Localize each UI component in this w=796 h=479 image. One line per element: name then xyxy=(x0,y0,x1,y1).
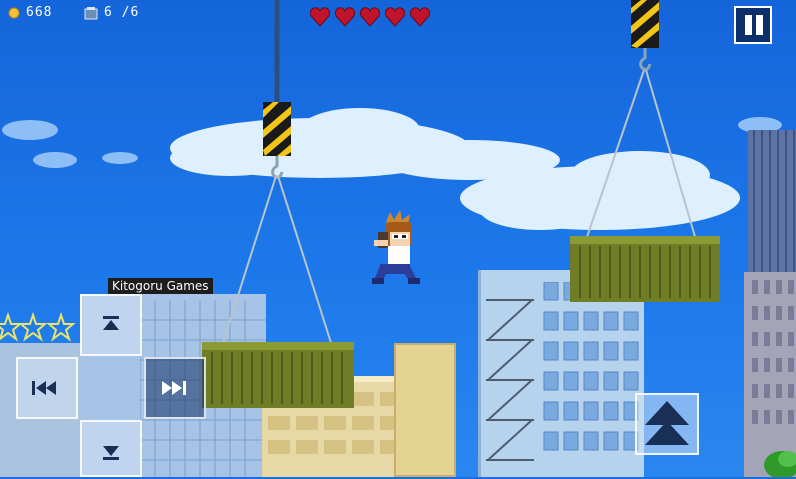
heart-icon xyxy=(409,7,431,27)
container-left xyxy=(202,342,354,408)
building-beige-tower xyxy=(394,343,456,477)
coin-count: 668 xyxy=(26,5,53,20)
health-hearts xyxy=(309,6,431,28)
container-right xyxy=(570,236,720,302)
coin-icon xyxy=(8,7,20,19)
heart-icon xyxy=(384,7,406,27)
player-character xyxy=(372,210,420,284)
pause-button[interactable] xyxy=(734,6,772,44)
jump-icon xyxy=(645,401,689,445)
heart-icon xyxy=(309,7,331,27)
pause-icon xyxy=(745,15,752,35)
up-icon xyxy=(103,316,119,330)
card-icon xyxy=(84,7,98,20)
building-dark-stripes xyxy=(753,130,795,280)
up-button[interactable] xyxy=(80,294,142,356)
fire-escape xyxy=(486,299,534,461)
down-icon xyxy=(103,446,119,460)
fast-forward-icon xyxy=(162,381,186,395)
tree xyxy=(764,451,796,477)
inventory-count: 6 /6 xyxy=(104,5,140,20)
rewind-button[interactable] xyxy=(16,357,78,419)
heart-icon xyxy=(359,7,381,27)
building-glass-windows xyxy=(543,282,639,451)
rewind-icon xyxy=(32,381,56,395)
heart-icon xyxy=(334,7,356,27)
fast-forward-button[interactable] xyxy=(144,357,206,419)
down-button[interactable] xyxy=(80,420,142,477)
star-decoration xyxy=(0,312,76,342)
jump-button[interactable] xyxy=(635,393,699,455)
pause-icon xyxy=(756,15,763,35)
company-sign: Kitogoru Games xyxy=(108,278,213,294)
